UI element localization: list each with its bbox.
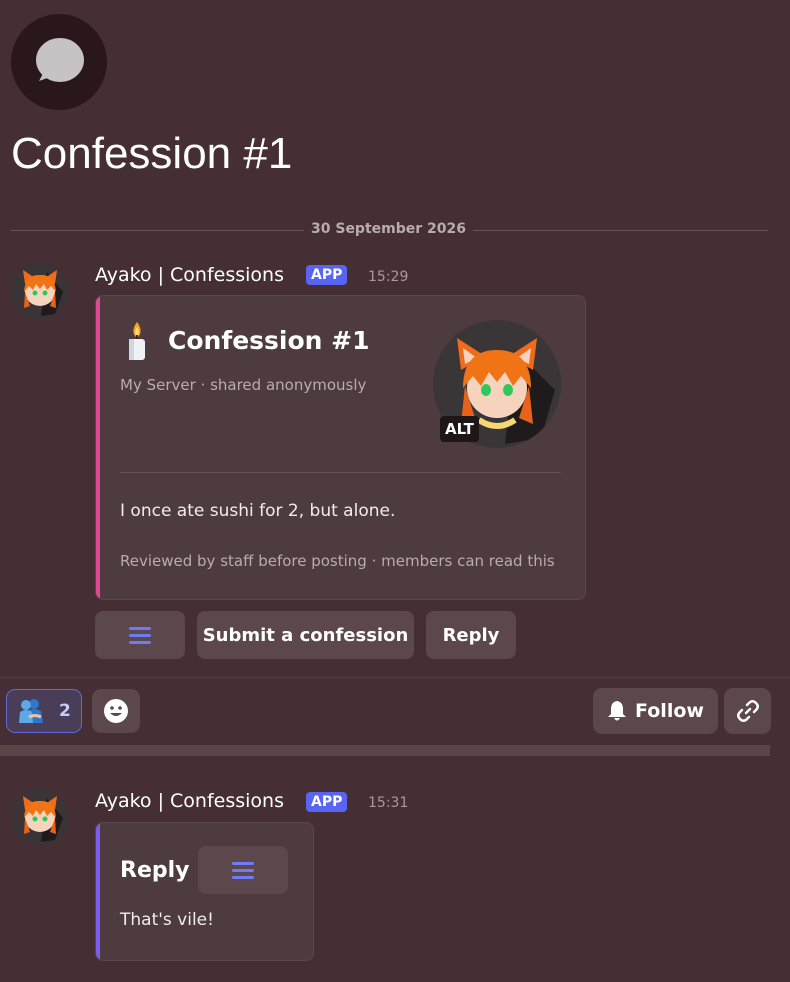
embed-title: Confession #1 (168, 326, 370, 355)
smiley-icon (104, 699, 128, 723)
bell-icon (608, 701, 627, 721)
menu-button[interactable] (95, 611, 185, 659)
page-title: Confession #1 (11, 129, 293, 178)
reaction-count: 2 (59, 701, 71, 721)
reaction-chip[interactable]: 2 (6, 689, 82, 733)
speech-bubble-icon (36, 38, 84, 82)
embed-accent-bar (96, 296, 100, 599)
embed-body: That's vile! (120, 910, 214, 930)
reply-button[interactable]: Reply (426, 611, 516, 659)
message-author[interactable]: Ayako | Confessions (95, 263, 284, 287)
follow-label: Follow (635, 700, 704, 722)
app-badge: APP (306, 265, 348, 285)
hugging-people-icon (19, 699, 43, 723)
menu-icon (232, 861, 254, 879)
message-separator (0, 677, 790, 678)
date-divider: 30 September 2026 (304, 219, 473, 239)
submit-confession-button[interactable]: Submit a confession (197, 611, 414, 659)
link-icon (736, 700, 759, 722)
add-reaction-button[interactable] (92, 689, 140, 733)
author-avatar[interactable] (11, 262, 69, 320)
embed-subtitle: My Server · shared anonymously (120, 376, 367, 394)
embed-divider (120, 472, 561, 473)
app-badge: APP (306, 792, 348, 812)
alt-badge[interactable]: ALT (440, 416, 479, 442)
message-timestamp[interactable]: 15:29 (368, 267, 408, 287)
embed-footer: Reviewed by staff before posting · membe… (120, 552, 555, 570)
embed-body: I once ate sushi for 2, but alone. (120, 501, 396, 521)
follow-button[interactable]: Follow (593, 688, 718, 734)
menu-icon (129, 626, 151, 644)
reply-menu-button[interactable] (198, 846, 288, 894)
candle-icon (129, 322, 145, 360)
confession-embed: Confession #1 My Server · shared anonymo… (95, 295, 586, 600)
embed-title: Reply (120, 858, 190, 883)
embed-accent-bar (96, 823, 100, 960)
thread-icon (11, 14, 107, 110)
reply-embed: Reply That's vile! (95, 822, 314, 961)
message-timestamp[interactable]: 15:31 (368, 793, 408, 813)
message-author[interactable]: Ayako | Confessions (95, 789, 284, 813)
copy-link-button[interactable] (724, 688, 771, 734)
author-avatar[interactable] (11, 788, 69, 846)
thread-separator (0, 745, 770, 756)
